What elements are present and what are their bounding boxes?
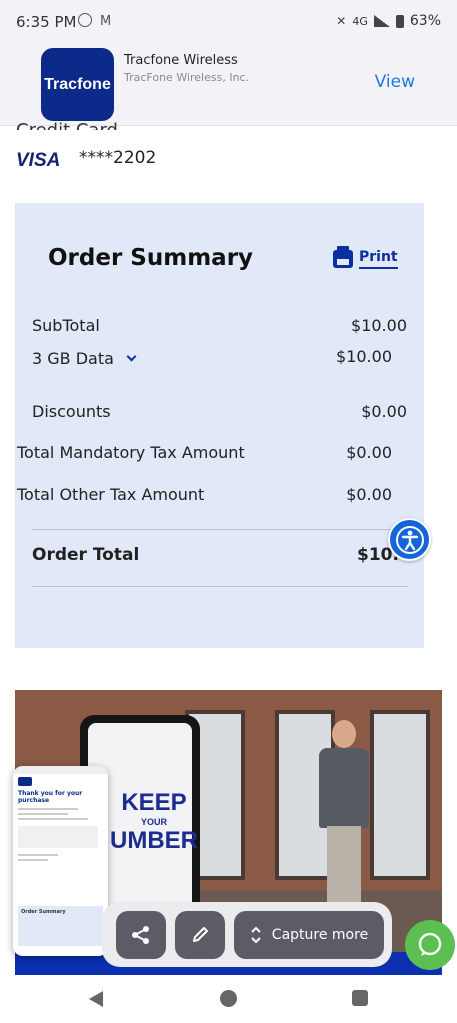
network-type: 4G [352, 14, 368, 28]
status-time: 6:35 PM [16, 13, 77, 31]
divider [32, 529, 408, 530]
card-last4: ****2202 [79, 148, 157, 168]
data-plan-value: $10.00 [336, 347, 392, 366]
mandatory-tax-label: Total Mandatory Tax Amount [17, 443, 245, 462]
share-button[interactable] [116, 911, 166, 959]
subtotal-label: SubTotal [32, 316, 100, 335]
alarm-icon [78, 13, 92, 27]
data-plan-label: 3 GB Data [32, 349, 114, 368]
discounts-label: Discounts [32, 402, 111, 421]
order-total-label: Order Total [32, 545, 140, 565]
accessibility-button[interactable] [388, 518, 431, 561]
capture-more-label: Capture more [271, 927, 369, 943]
view-app-button[interactable]: View [375, 72, 415, 92]
video-headline: KEEP YOUR UMBER [110, 789, 198, 854]
video-presenter [313, 720, 375, 910]
mute-icon: ✕ [336, 14, 347, 28]
app-install-banner: Tracfone Tracfone Wireless TracFone Wire… [0, 44, 457, 126]
screenshot-thumbnail[interactable]: Thank you for your purchase Order Summar… [13, 766, 108, 956]
recents-icon[interactable] [352, 990, 368, 1006]
printer-icon [333, 246, 353, 268]
thumbnail-title: Thank you for your purchase [18, 790, 83, 804]
banner-publisher: TracFone Wireless, Inc. [124, 71, 250, 84]
edit-icon [193, 927, 208, 942]
payment-section-title: Credit Card [16, 120, 118, 130]
other-tax-value: $0.00 [346, 485, 392, 504]
share-icon [132, 926, 149, 944]
back-icon[interactable] [89, 991, 103, 1007]
order-summary-title: Order Summary [48, 245, 254, 271]
thumbnail-summary: Order Summary [21, 909, 66, 915]
expand-icon [251, 926, 261, 944]
signal-icon [373, 15, 390, 27]
home-icon[interactable] [220, 990, 237, 1007]
accessibility-icon [395, 525, 424, 554]
chevron-down-icon [126, 351, 137, 362]
other-tax-label: Total Other Tax Amount [17, 485, 205, 504]
status-bar: 6:35 PM M ✕ 4G 63% [0, 0, 457, 44]
chat-button[interactable] [405, 920, 455, 970]
print-label: Print [359, 249, 398, 269]
edit-button[interactable] [175, 911, 225, 959]
mandatory-tax-value: $0.00 [346, 443, 392, 462]
navigation-bar [0, 975, 457, 1023]
subtotal-value: $10.00 [351, 316, 407, 335]
battery-percent: 63% [409, 13, 441, 29]
discounts-value: $0.00 [361, 402, 407, 421]
video-window [370, 710, 430, 880]
tracfone-logo: Tracfone [41, 48, 114, 121]
data-plan-toggle[interactable]: 3 GB Data [32, 349, 137, 368]
visa-logo: VISA [16, 150, 61, 171]
banner-app-name: Tracfone Wireless [124, 53, 238, 68]
print-button[interactable]: Print [333, 246, 398, 269]
status-right: ✕ 4G 63% [336, 13, 441, 29]
order-summary-panel: Order Summary Print SubTotal $10.00 3 GB… [15, 203, 424, 648]
capture-more-button[interactable]: Capture more [234, 911, 384, 959]
mail-icon: M [100, 14, 112, 29]
chat-icon [418, 932, 442, 956]
battery-icon [395, 14, 404, 28]
divider [32, 586, 408, 587]
